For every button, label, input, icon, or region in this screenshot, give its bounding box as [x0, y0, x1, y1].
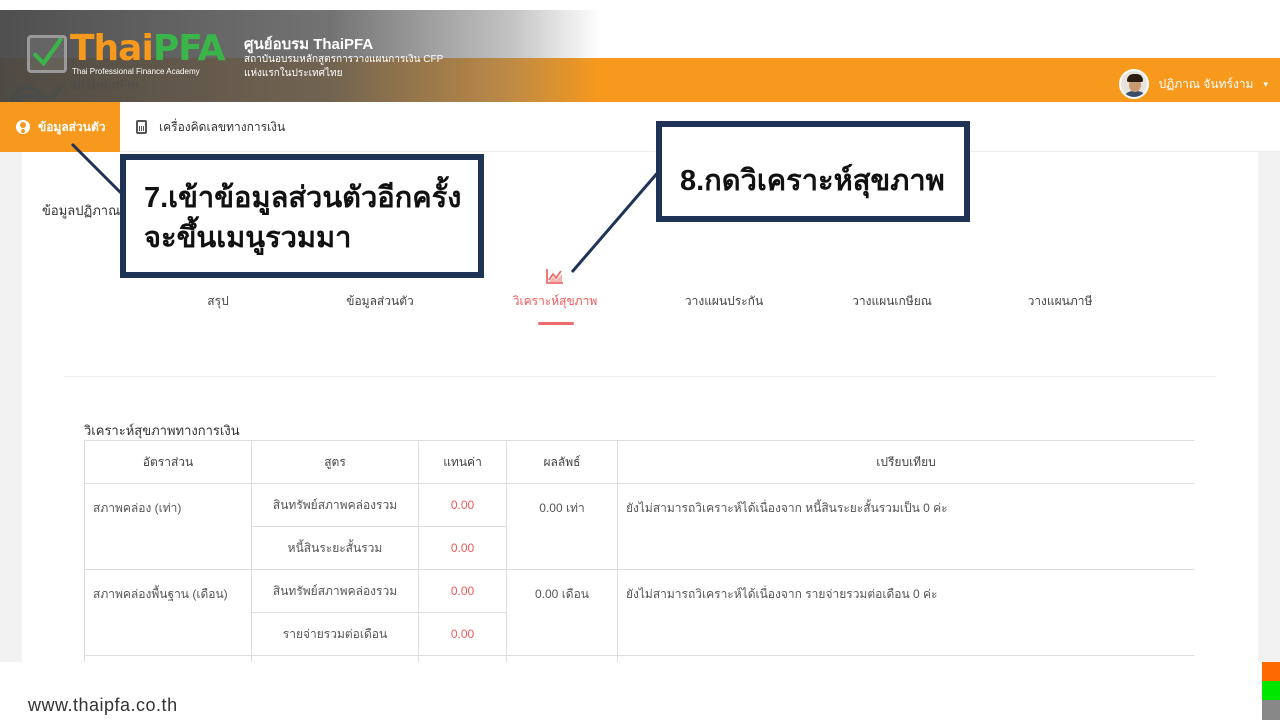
user-menu[interactable]: ปฏิภาณ จันทร์งาม ▾ [1118, 69, 1268, 99]
nav-personal-info-label: ข้อมูลส่วนตัว [38, 119, 106, 134]
formula-cell: สินทรัพย์สภาพคล่องรวม [252, 570, 419, 613]
thaipfa-logo: ThaiPFA [70, 28, 226, 69]
nav-calculator[interactable]: เครื่องคิดเลขทางการเงิน [136, 102, 285, 152]
formula-cell: รายจ่ายรวมต่อเดือน [252, 613, 419, 656]
formula-cell: หนี้สินระยะสั้นรวม [252, 527, 419, 570]
sub-tabs: สรุป ข้อมูลส่วนตัว วิเคราะห์สุขภาพ วางแผ… [130, 292, 1180, 312]
checkmark-icon [27, 35, 67, 73]
footer-color-block-orange [1262, 662, 1280, 681]
value-cell: 0.00 [419, 613, 507, 656]
callout-step-7: 7.เข้าข้อมูลส่วนตัวอีกครั้ง จะขึ้นเมนูรว… [120, 154, 484, 278]
callout-step-7-line1: 7.เข้าข้อมูลส่วนตัวอีกครั้ง [144, 182, 462, 214]
compare-cell: ยังไม่สามารถวิเคราะห์ได้เนื่องจาก รายจ่า… [618, 570, 1194, 656]
footer-color-block-gray [1262, 700, 1280, 720]
compare-cell: ยังไม่สามารถวิเคราะห์ได้เนื่องจาก หนี้สิ… [618, 484, 1194, 570]
nav-personal-info[interactable]: ข้อมูลส่วนตัว [0, 102, 120, 152]
tab-tax-plan[interactable]: วางแผนภาษี [1028, 292, 1093, 311]
tab-health-analysis[interactable]: วิเคราะห์สุขภาพ [513, 292, 598, 311]
tab-summary[interactable]: สรุป [207, 292, 228, 311]
avatar[interactable] [1118, 69, 1149, 99]
column-header: สูตร [252, 441, 419, 484]
table-title: วิเคราะห์สุขภาพทางการเงิน [84, 423, 240, 438]
ratio-cell: สภาพคล่องพื้นฐาน (เดือน) [85, 570, 252, 656]
column-header: อัตราส่วน [85, 441, 252, 484]
banner-description: แห่งแรกในประเทศไทย [244, 68, 343, 79]
section-heading: ข้อมูลปฏิภาณ [42, 203, 121, 218]
column-header: แทนค่า [419, 441, 507, 484]
tab-personal-info[interactable]: ข้อมูลส่วนตัว [346, 292, 413, 311]
divider [64, 376, 1216, 377]
callout-step-7-line2: จะขึ้นเมนูรวมมา [144, 222, 352, 254]
value-cell: 0.00 [419, 527, 507, 570]
banner-description: สถาบันอบรมหลักสูตรการวางแผนการเงิน CFP [244, 54, 444, 65]
calculator-icon [136, 120, 147, 134]
result-cell: 0.00 เท่า [507, 484, 618, 570]
tab-retirement-plan[interactable]: วางแผนเกษียณ [852, 292, 932, 311]
chart-line-icon [546, 269, 563, 284]
formula-cell: สินทรัพย์สภาพคล่องรวม [252, 484, 419, 527]
nav-calculator-label: เครื่องคิดเลขทางการเงิน [159, 119, 286, 134]
ratio-cell: สภาพคล่อง (เท่า) [85, 484, 252, 570]
user-name: ปฏิภาณ จันทร์งาม [1158, 76, 1254, 91]
column-header: เปรียบเทียบ [618, 441, 1194, 484]
column-header: ผลลัพธ์ [507, 441, 618, 484]
chevron-down-icon[interactable]: ▾ [1263, 79, 1268, 90]
thaipfa-logo-subtitle: Thai Professional Finance Academy [72, 67, 200, 76]
active-tab-indicator [538, 322, 574, 325]
value-cell: 0.00 [419, 484, 507, 527]
value-cell: 0.00 [419, 570, 507, 613]
result-cell: 0.00 เดือน [507, 570, 618, 656]
footer [0, 662, 1280, 720]
user-circle-icon [16, 120, 30, 134]
tab-insurance-plan[interactable]: วางแผนประกัน [685, 292, 763, 311]
health-table: อัตราส่วน สูตร แทนค่า ผลลัพธ์ เปรียบเทีย… [84, 440, 1194, 662]
footer-url: www.thaipfa.co.th [28, 695, 178, 715]
footer-color-block-green [1262, 681, 1280, 700]
callout-step-8: 8.กดวิเคราะห์สุขภาพ [656, 121, 970, 222]
